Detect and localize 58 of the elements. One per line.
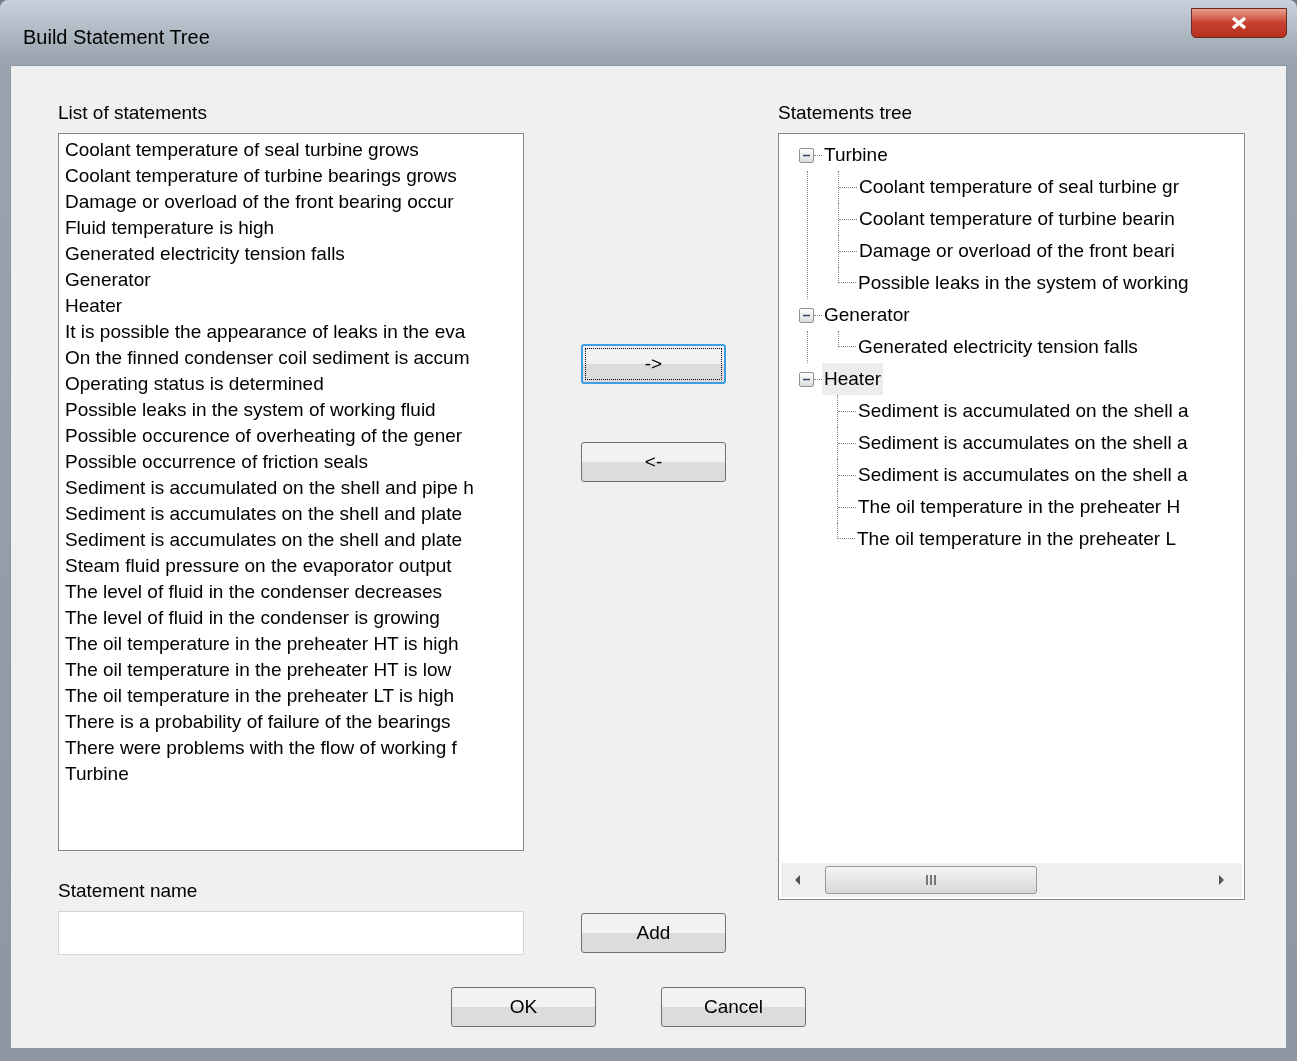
list-item[interactable]: The oil temperature in the preheater HT is low: [65, 657, 452, 683]
tree-node[interactable]: Heater: [822, 363, 884, 395]
list-item[interactable]: Heater: [65, 293, 123, 319]
close-button[interactable]: [1191, 8, 1287, 38]
list-item[interactable]: Coolant temperature of turbine bearings grows: [65, 163, 457, 189]
tree-item[interactable]: Coolant temperature of seal turbine gr: [857, 171, 1181, 203]
list-item[interactable]: Damage or overload of the front bearing occur: [65, 189, 454, 215]
list-item[interactable]: It is possible the appearance of leaks in the eva: [65, 319, 466, 345]
close-icon: [1230, 16, 1248, 30]
list-item[interactable]: Sediment is accumulated on the shell and pipe h: [65, 475, 474, 501]
add-button[interactable]: Add: [581, 913, 726, 953]
list-item[interactable]: Generator: [65, 267, 151, 293]
collapse-icon[interactable]: [799, 371, 814, 387]
tree-item[interactable]: The oil temperature in the preheater L: [855, 523, 1178, 555]
statement-name-field[interactable]: [58, 911, 524, 955]
list-item[interactable]: Steam fluid pressure on the evaporator output: [65, 553, 452, 579]
list-item[interactable]: Possible occurrence of friction seals: [65, 449, 369, 475]
list-item[interactable]: Coolant temperature of seal turbine grows: [65, 137, 419, 163]
tree-node[interactable]: Turbine: [822, 139, 890, 171]
list-item[interactable]: There were problems with the flow of working f: [65, 735, 457, 761]
ok-button[interactable]: OK: [451, 987, 596, 1027]
tree-item[interactable]: Sediment is accumulated on the shell a: [856, 395, 1191, 427]
list-item[interactable]: Possible leaks in the system of working fluid: [65, 397, 436, 423]
list-item[interactable]: On the finned condenser coil sediment is accum: [65, 345, 470, 371]
tree-node[interactable]: Generator: [822, 299, 912, 331]
list-item[interactable]: Generated electricity tension falls: [65, 241, 345, 267]
tree-item[interactable]: The oil temperature in the preheater H: [856, 491, 1183, 523]
cancel-button[interactable]: Cancel: [661, 987, 806, 1027]
window-title: Build Statement Tree: [22, 25, 210, 50]
tree-item[interactable]: Generated electricity tension falls: [856, 331, 1140, 363]
tree-item[interactable]: Damage or overload of the front beari: [857, 235, 1177, 267]
move-left-button[interactable]: <-: [581, 442, 726, 482]
list-label: List of statements: [58, 102, 207, 123]
tree-item[interactable]: Coolant temperature of turbine bearin: [857, 203, 1177, 235]
tree-item[interactable]: Possible leaks in the system of working: [856, 267, 1191, 299]
field-label: Statement name: [58, 880, 198, 901]
collapse-icon[interactable]: [799, 147, 814, 163]
list-item[interactable]: There is a probability of failure of the bearings: [65, 709, 451, 735]
list-item[interactable]: Operating status is determined: [65, 371, 324, 397]
list-item[interactable]: Sediment is accumulates on the shell and plate: [65, 527, 463, 553]
move-right-button[interactable]: ->: [581, 344, 726, 384]
tree-item[interactable]: Sediment is accumulates on the shell a: [856, 459, 1190, 491]
list-item[interactable]: The oil temperature in the preheater HT is high: [65, 631, 459, 657]
list-item[interactable]: Turbine: [65, 761, 129, 787]
list-item[interactable]: The oil temperature in the preheater LT is high: [65, 683, 455, 709]
list-item[interactable]: Fluid temperature is high: [65, 215, 275, 241]
tree-item[interactable]: Sediment is accumulates on the shell a: [856, 427, 1190, 459]
horizontal-scrollbar[interactable]: [781, 863, 1242, 897]
scrollbar-thumb[interactable]: [825, 866, 1037, 894]
statement-tree[interactable]: [778, 133, 1245, 900]
list-item[interactable]: Possible occurence of overheating of the gener: [65, 423, 463, 449]
list-item[interactable]: Sediment is accumulates on the shell and plate: [65, 501, 463, 527]
list-item[interactable]: The level of fluid in the condenser is growing: [65, 605, 440, 631]
collapse-icon[interactable]: [799, 307, 814, 323]
list-item[interactable]: The level of fluid in the condenser decreases: [65, 579, 443, 605]
grip-icon: [924, 874, 938, 886]
statement-list[interactable]: [58, 133, 524, 851]
tree-label: Statements tree: [778, 102, 913, 123]
